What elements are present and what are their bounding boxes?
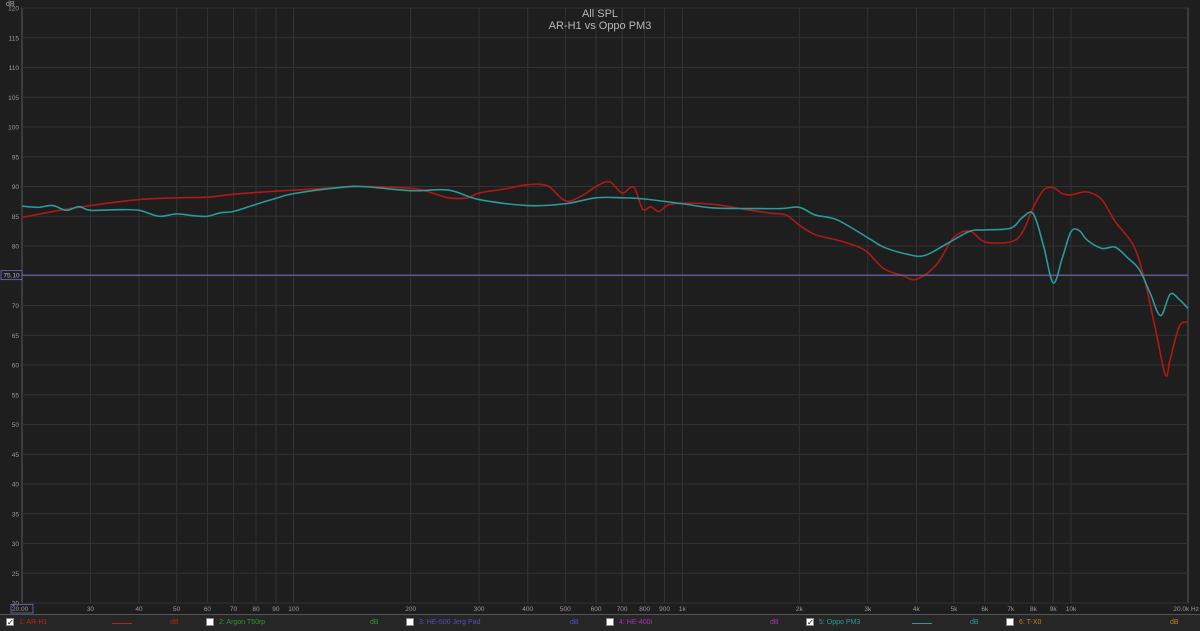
x-tick-label: 2k — [796, 606, 804, 613]
legend-item[interactable]: 6: T-X0 dB — [1006, 617, 1200, 629]
checkbox-unchecked[interactable] — [406, 618, 414, 626]
legend-label: 5: Oppo PM3 — [819, 619, 861, 626]
y-tick-label: 70 — [12, 303, 20, 310]
y-tick-label: 60 — [12, 363, 20, 370]
chart-subtitle: AR-H1 vs Oppo PM3 — [549, 20, 652, 32]
legend-item[interactable]: 4: HE-400i dB — [606, 617, 800, 629]
x-tick-label: 500 — [560, 606, 571, 613]
spl-chart: 1201151101051009590858075706560555045403… — [0, 0, 1200, 614]
legend-item[interactable]: 3: HE-500 Jerg Pad dB — [406, 617, 600, 629]
x-tick-label: 10k — [1066, 606, 1077, 613]
x-tick-label: 3k — [864, 606, 872, 613]
y-tick-label: 80 — [12, 244, 20, 251]
legend-label: 2: Argon T50rp — [219, 619, 266, 626]
y-axis-label: dB — [6, 1, 15, 8]
x-tick-label: 70 — [230, 606, 238, 613]
legend-line-swatch — [912, 623, 932, 624]
legend-unit: dB — [970, 619, 979, 626]
y-tick-label: 65 — [12, 333, 20, 340]
x-tick-label: 9k — [1050, 606, 1058, 613]
legend-unit: dB — [170, 619, 179, 626]
x-tick-label: 80 — [252, 606, 260, 613]
legend-item[interactable]: 2: Argon T50rp dB — [206, 617, 400, 629]
legend-item[interactable]: ✓ 1: AR-H1 dB — [6, 617, 200, 629]
x-tick-label: 400 — [522, 606, 533, 613]
checkbox-checked[interactable]: ✓ — [806, 618, 814, 627]
x-tick-label: 7k — [1007, 606, 1015, 613]
legend-bar: ✓ 1: AR-H1 dB 2: Argon T50rp dB 3: HE-500 Jer… — [0, 614, 1200, 631]
y-tick-label: 95 — [12, 154, 20, 161]
x-tick-label: 1k — [679, 606, 687, 613]
grid — [21, 7, 1189, 604]
chart-title: All SPL — [582, 8, 618, 20]
checkbox-checked[interactable]: ✓ — [6, 618, 14, 627]
legend-label: 3: HE-500 Jerg Pad — [419, 619, 481, 626]
y-tick-label: 90 — [12, 184, 20, 191]
x-tick-label: 800 — [639, 606, 650, 613]
x-tick-label: 50 — [173, 606, 181, 613]
y-tick-label: 25 — [12, 571, 20, 578]
x-tick-label: 6k — [981, 606, 989, 613]
y-tick-label: 35 — [12, 511, 20, 518]
x-tick-label: 8k — [1030, 606, 1038, 613]
x-tick-label: 60 — [204, 606, 212, 613]
x-tick-label: 300 — [474, 606, 485, 613]
x-tick-label: 20.0k Hz — [1173, 606, 1199, 613]
x-tick-label: 40 — [135, 606, 143, 613]
x-tick-label: 100 — [288, 606, 299, 613]
x-tick-label: 4k — [913, 606, 921, 613]
y-tick-label: 40 — [12, 482, 20, 489]
x-tick-label: 5k — [951, 606, 959, 613]
x-tick-label: 700 — [617, 606, 628, 613]
x-tick-label: 20.00 — [12, 606, 29, 613]
x-tick-label: 200 — [405, 606, 416, 613]
y-tick-label: 45 — [12, 452, 20, 459]
checkbox-unchecked[interactable] — [206, 618, 214, 626]
y-tick-label: 115 — [9, 35, 20, 42]
legend-label: 1: AR-H1 — [19, 619, 48, 626]
legend-label: 6: T-X0 — [1019, 619, 1042, 626]
y-tick-label: 55 — [12, 392, 20, 399]
checkbox-unchecked[interactable] — [606, 618, 614, 626]
legend-label: 4: HE-400i — [619, 619, 653, 626]
x-tick-label: 600 — [591, 606, 602, 613]
legend-unit: dB — [370, 619, 379, 626]
y-tick-label: 30 — [12, 541, 20, 548]
legend-unit: dB — [1170, 619, 1179, 626]
y-tick-label: 85 — [12, 214, 20, 221]
legend-unit: dB — [570, 619, 579, 626]
legend-item[interactable]: ✓ 5: Oppo PM3 dB — [806, 617, 1000, 629]
legend-unit: dB — [770, 619, 779, 626]
reference-level-label: 75.10 — [3, 273, 20, 280]
y-tick-label: 105 — [8, 95, 19, 102]
y-tick-label: 50 — [12, 422, 20, 429]
x-tick-label: 900 — [659, 606, 670, 613]
y-tick-label: 100 — [8, 125, 19, 132]
y-tick-label: 110 — [9, 65, 20, 72]
x-tick-label: 90 — [272, 606, 280, 613]
checkbox-unchecked[interactable] — [1006, 618, 1014, 626]
legend-line-swatch — [112, 623, 132, 624]
x-tick-label: 30 — [87, 606, 95, 613]
